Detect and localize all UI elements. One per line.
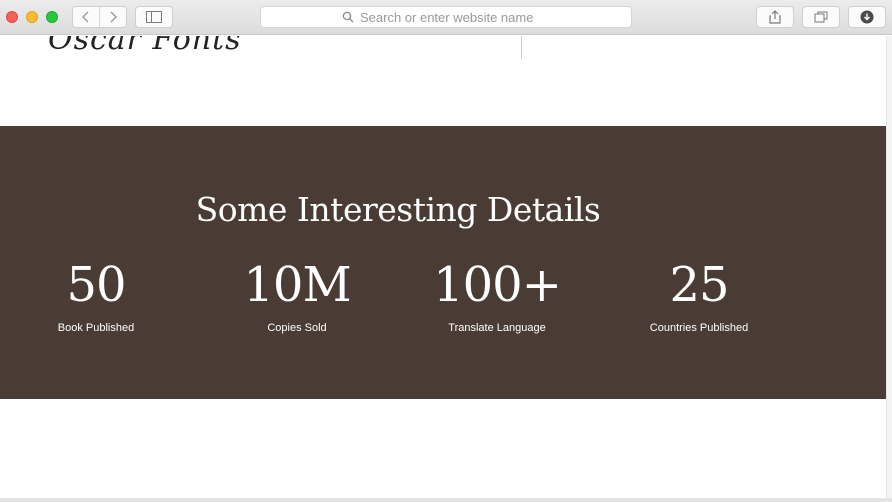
stat-label: Book Published (57, 322, 135, 334)
close-window-button[interactable] (6, 11, 18, 23)
stat-books-published: 50 Book Published (0, 256, 196, 334)
address-input[interactable] (360, 9, 550, 25)
stat-value: 25 (669, 257, 729, 313)
stat-value: 50 (66, 257, 126, 313)
chevron-left-icon (82, 11, 89, 23)
tabs-overview-button[interactable] (802, 6, 840, 28)
stat-copies-sold: 10M Copies Sold (197, 256, 397, 334)
header-divider (521, 36, 522, 59)
share-button[interactable] (756, 6, 794, 28)
chevron-right-icon (110, 11, 117, 23)
tabs-icon (814, 11, 828, 23)
browser-toolbar (0, 0, 892, 35)
back-button[interactable] (73, 7, 99, 27)
download-icon (860, 10, 874, 24)
stat-value: 100+ (433, 257, 562, 313)
forward-button[interactable] (99, 7, 126, 27)
minimize-window-button[interactable] (26, 11, 38, 23)
sidebar-icon (146, 11, 162, 23)
stat-translate-language: 100+ Translate Language (397, 256, 597, 334)
address-bar[interactable] (260, 6, 632, 28)
stat-label: Copies Sold (267, 322, 327, 334)
share-icon (769, 10, 781, 24)
stat-label: Translate Language (448, 322, 546, 334)
interesting-details-section: Some Interesting Details 50 Book Publish… (0, 126, 886, 399)
nav-buttons (72, 6, 127, 28)
window-bottom-edge (0, 498, 892, 502)
sidebar-toggle-button[interactable] (135, 6, 173, 28)
section-title: Some Interesting Details (195, 190, 601, 229)
stat-value: 10M (243, 257, 351, 313)
stat-countries-published: 25 Countries Published (599, 256, 799, 334)
site-logo[interactable]: Oscar Fonts (48, 36, 242, 57)
search-icon (342, 11, 354, 23)
web-page: Oscar Fonts Some Interesting Details 50 … (0, 36, 886, 500)
zoom-window-button[interactable] (46, 11, 58, 23)
stat-label: Countries Published (649, 322, 749, 334)
scrollbar-track[interactable] (886, 36, 892, 500)
downloads-button[interactable] (848, 6, 886, 28)
